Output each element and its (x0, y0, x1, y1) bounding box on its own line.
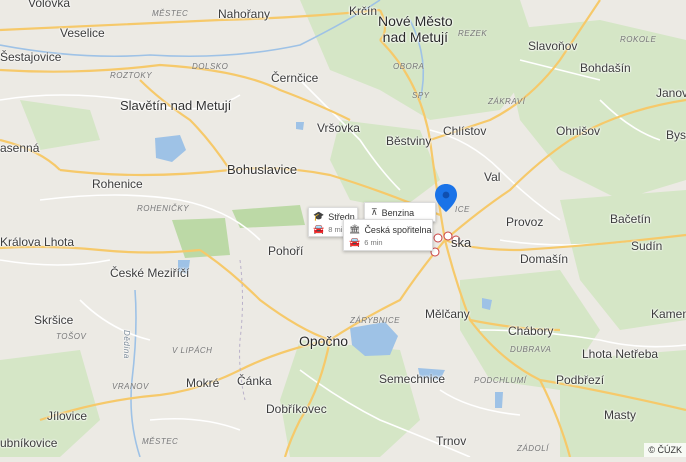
place-label: Byst (666, 128, 686, 142)
place-label: Králova Lhota (0, 235, 75, 249)
locality-label: V LIPÁCH (172, 346, 213, 355)
poi-popup-sporitelna[interactable]: 🏛 Česká spořitelna 🚘 6 min (343, 219, 433, 251)
place-label: Lhota Netřeba (582, 347, 659, 361)
place-label: Čánka (237, 374, 272, 388)
popup-time: 6 min (364, 238, 383, 247)
place-label: Běstviny (386, 134, 432, 148)
popup-title: Benzina (381, 207, 415, 218)
place-label: Volovka (28, 0, 71, 10)
place-label: Bačetín (610, 212, 651, 226)
school-icon: 🎓 (313, 211, 325, 221)
place-label: Domašín (520, 252, 569, 266)
network-icon: ⊼ (371, 207, 378, 217)
city-label: Opočno (299, 333, 349, 349)
river-label: Dědina (122, 330, 131, 359)
place-label: Bohdašín (580, 61, 631, 75)
place-label: Veselice (60, 26, 105, 40)
place-label: Bohuslavice (227, 162, 298, 177)
place-label: Černčice (271, 71, 319, 85)
locality-label: DUBRAVA (510, 345, 552, 354)
place-label: Masty (604, 408, 637, 422)
locality-label: ZÁDOLÍ (517, 444, 549, 453)
place-label: Slavětín nad Metují (120, 98, 232, 113)
place-label: Ohnišov (556, 124, 601, 138)
place-label: Sudín (631, 239, 663, 253)
locality-label: ZÁRYBNICE (350, 316, 400, 325)
car-icon: 🚘 (349, 237, 361, 247)
locality-label: DOLSKO (192, 62, 229, 71)
place-label: Jílovice (47, 409, 88, 423)
place-label: Trnov (436, 434, 467, 448)
place-label: České Meziříčí (110, 266, 190, 280)
locality-label: ZÁKRAVÍ (488, 97, 526, 106)
place-label: Dobříkovec (266, 402, 327, 416)
map-canvas[interactable]: Volovka MĚSTEC Nahořany Krčín Nové Město… (0, 0, 686, 458)
place-label: Krčín (349, 4, 378, 18)
place-label: Slavoňov (528, 39, 578, 53)
locality-label: PODCHLUMÍ (474, 376, 527, 385)
locality-label: ROHENIČKY (137, 204, 190, 213)
locality-label: TOŠOV (56, 332, 87, 341)
city-label: Nové Město nad Metují (378, 13, 453, 46)
locality-label: REZEK (458, 29, 488, 38)
place-label: Rohenice (92, 177, 143, 191)
locality-label: SPY (412, 91, 430, 100)
place-label: Mělčany (425, 307, 470, 321)
place-label: Kamen (651, 307, 686, 321)
place-label: Nahořany (218, 7, 271, 21)
place-label: Šestajovice (0, 50, 62, 64)
locality-label: ICE (455, 205, 470, 214)
place-label: Skršice (34, 313, 74, 327)
locality-label: MĚSTEC (142, 437, 179, 446)
place-label: Chlístov (443, 124, 487, 138)
locality-label: ROKOLE (620, 35, 657, 44)
bank-icon: 🏛 (349, 224, 361, 234)
place-label: Val (484, 170, 501, 184)
locality-label: MĚSTEC (152, 9, 189, 18)
place-label: Mokré (186, 376, 220, 390)
locality-label: OBORA (393, 62, 425, 71)
popup-time: 8 mi (328, 225, 343, 234)
place-label: Provoz (506, 215, 544, 229)
map-copyright: © ČÚZK (644, 443, 686, 457)
place-label: Vršovka (317, 121, 360, 135)
locality-label: VRANOV (112, 382, 149, 391)
place-label: ska (451, 235, 472, 250)
car-icon: 🚘 (313, 224, 325, 234)
place-label: Janov (656, 86, 686, 100)
place-label: Semechnice (379, 372, 446, 386)
place-label: ubníkovice (0, 436, 58, 450)
place-label: asenná (0, 141, 40, 155)
place-label: Podbřezí (556, 373, 605, 387)
locality-label: ROZTOKY (110, 71, 153, 80)
popup-title: Česká spořitelna (364, 224, 432, 235)
place-label: Chábory (508, 324, 554, 338)
place-label: Pohoří (268, 244, 304, 258)
